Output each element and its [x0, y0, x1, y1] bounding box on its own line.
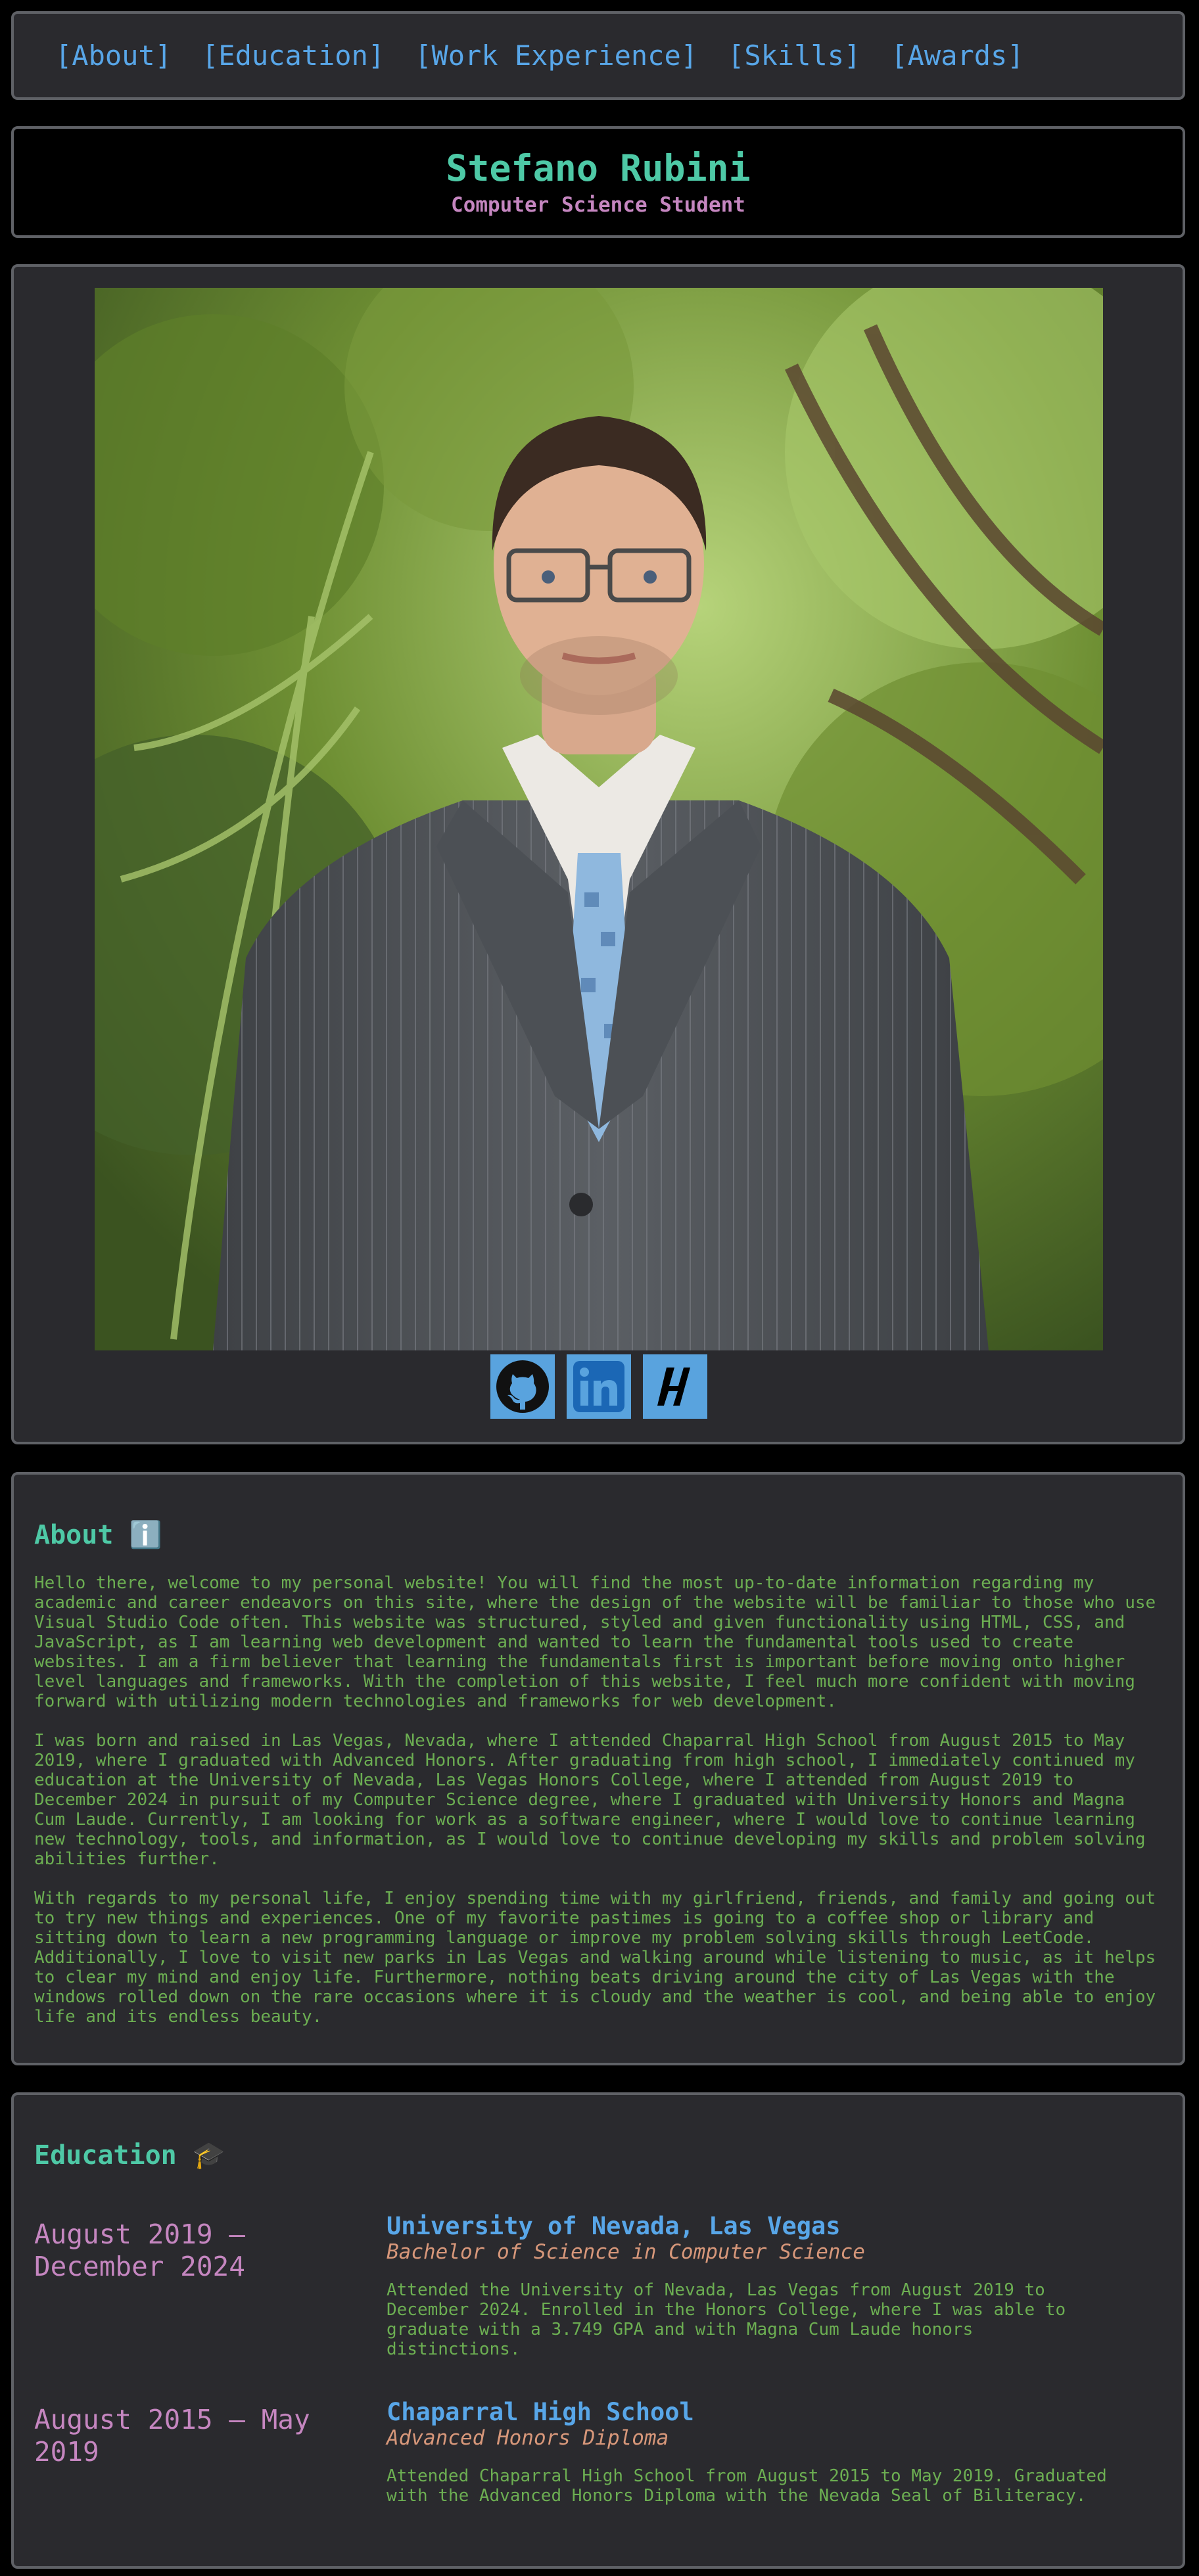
- education-entry: Chaparral High School Advanced Honors Di…: [387, 2399, 1110, 2506]
- handshake-icon: [657, 1368, 690, 1406]
- nav-link-skills[interactable]: [Skills]: [728, 39, 860, 72]
- portrait-photo-icon: [95, 288, 1103, 1350]
- about-paragraph: Hello there, welcome to my personal webs…: [34, 1573, 1156, 1711]
- github-icon: [496, 1360, 549, 1413]
- about-paragraph: I was born and raised in Las Vegas, Neva…: [34, 1731, 1146, 1869]
- education-school: Chaparral High School: [387, 2398, 694, 2426]
- page-title: Stefano Rubini: [446, 147, 751, 189]
- github-link[interactable]: [490, 1354, 555, 1419]
- about-section: About ℹ️ Hello there, welcome to my pers…: [11, 1472, 1185, 2065]
- nav-link-about[interactable]: [About]: [55, 39, 172, 72]
- education-description: Attended the University of Nevada, Las V…: [387, 2280, 1066, 2359]
- linkedin-icon: [573, 1361, 624, 1412]
- page-subtitle: Computer Science Student: [451, 193, 745, 217]
- education-heading: Education 🎓: [34, 2140, 225, 2171]
- education-section: Education 🎓 August 2019 – December 2024 …: [11, 2092, 1185, 2569]
- education-description: Attended Chaparral High School from Augu…: [387, 2466, 1107, 2506]
- nav-link-education[interactable]: [Education]: [202, 39, 385, 72]
- about-heading: About ℹ️: [34, 1520, 162, 1550]
- education-degree: Advanced Honors Diploma: [387, 2426, 669, 2450]
- social-links: [490, 1354, 707, 1419]
- education-entry: University of Nevada, Las Vegas Bachelor…: [387, 2212, 1110, 2360]
- top-nav: [About] [Education] [Work Experience] [S…: [11, 11, 1185, 100]
- linkedin-link[interactable]: [567, 1354, 631, 1419]
- page-header: Stefano Rubini Computer Science Student: [11, 126, 1185, 238]
- profile-card: [11, 264, 1185, 1444]
- about-paragraph: With regards to my personal life, I enjo…: [34, 1889, 1156, 2027]
- nav-link-awards[interactable]: [Awards]: [891, 39, 1023, 72]
- profile-photo: [95, 288, 1103, 1350]
- education-date: August 2019 – December 2024: [34, 2219, 245, 2282]
- education-school: University of Nevada, Las Vegas: [387, 2212, 841, 2240]
- handshake-link[interactable]: [643, 1354, 707, 1419]
- about-body: Hello there, welcome to my personal webs…: [34, 1573, 1163, 2027]
- education-date: August 2015 – May 2019: [34, 2404, 310, 2468]
- education-degree: Bachelor of Science in Computer Science: [387, 2240, 865, 2264]
- nav-link-work-experience[interactable]: [Work Experience]: [415, 39, 697, 72]
